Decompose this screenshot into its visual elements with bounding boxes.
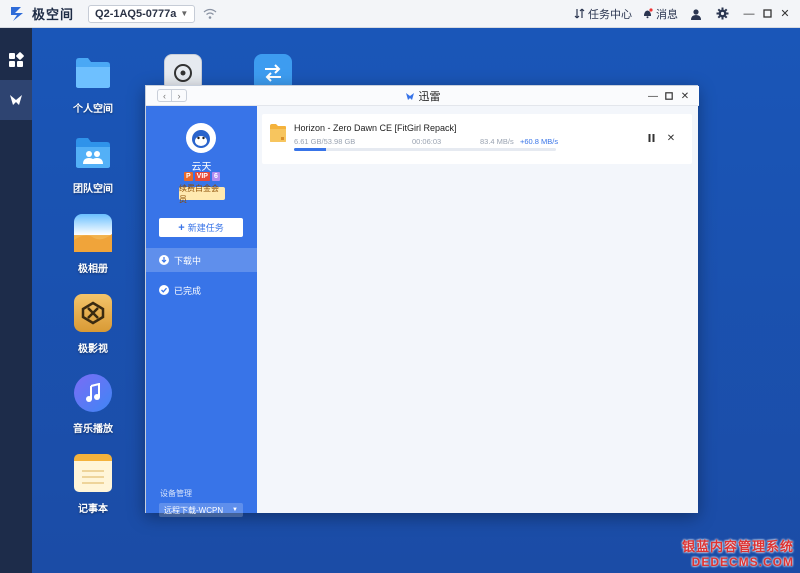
task-center-label: 任务中心 [588, 8, 632, 21]
chevron-down-icon: ▼ [232, 507, 238, 513]
thunder-logo-icon [405, 93, 414, 100]
close-icon[interactable]: ✕ [776, 5, 794, 23]
brand: 极空间 [8, 4, 74, 23]
desktop-icon-team-space[interactable]: 团队空间 [58, 134, 128, 195]
sidebar-item-label: 下载中 [174, 255, 202, 266]
sidebar-item-completed[interactable]: 已完成 [146, 278, 257, 302]
thunder-sidebar: 云天 P VIP 6 续费白金会员 + 新建任务 下载中 已完成 设备管理 远程… [146, 106, 257, 517]
sidebar-item-label: 已完成 [174, 285, 202, 296]
video-icon [74, 294, 112, 332]
bell-icon [644, 8, 653, 19]
pause-icon[interactable] [644, 131, 658, 145]
chevron-down-icon: ▼ [180, 9, 189, 18]
vip-badge: 6 [211, 172, 220, 181]
task-size-progress: 6.61 GB/53.98 GB [294, 137, 356, 146]
thunder-window: ‹ › 迅雷 — ✕ 云天 P VIP 6 续费白金会员 + 新建任务 下载中 … [145, 85, 699, 517]
notepad-icon [74, 454, 112, 492]
window-title-text: 迅雷 [418, 91, 441, 103]
device-selector[interactable]: Q2-1AQ5-0777a ▼ [88, 4, 196, 23]
desktop-icon-label: 音乐播放 [73, 424, 113, 435]
task-boost-speed: +60.8 MB/s [520, 137, 559, 146]
nav-arrows: ‹ › [157, 89, 187, 102]
folder-icon [74, 54, 112, 92]
wifi-icon [203, 8, 217, 19]
download-list: Horizon - Zero Dawn CE [FitGirl Repack] … [257, 106, 698, 513]
back-arrow-icon[interactable]: ‹ [158, 90, 172, 101]
messages-label: 消息 [656, 8, 678, 21]
desktop-icon-notepad[interactable]: 记事本 [58, 454, 128, 515]
window-title: 迅雷 [146, 86, 699, 106]
device-select-value: 远程下载-WCPN [164, 505, 224, 515]
task-speed: 83.4 MB/s [480, 137, 514, 146]
desktop-icon-label: 记事本 [78, 504, 108, 515]
desktop-icon-personal-space[interactable]: 个人空间 [58, 54, 128, 115]
task-name: Horizon - Zero Dawn CE [FitGirl Repack] [294, 123, 457, 133]
avatar[interactable] [186, 123, 216, 153]
system-topbar: 极空间 Q2-1AQ5-0777a ▼ 任务中心 消息 — ✕ [0, 0, 800, 28]
task-progress-fill [294, 148, 326, 151]
music-icon [74, 374, 112, 412]
task-remaining-time: 00:06:03 [412, 137, 442, 146]
desktop-icon-label: 极相册 [78, 264, 108, 275]
device-management-label: 设备管理 [160, 489, 192, 498]
brand-logo-icon [8, 5, 26, 23]
desktop-icon-label: 团队空间 [73, 184, 113, 195]
brand-name: 极空间 [32, 7, 75, 22]
gear-icon[interactable] [714, 6, 730, 22]
watermark-line1: 银蓝内容管理系统 [681, 539, 794, 554]
sidebar-item-downloading[interactable]: 下载中 [146, 248, 257, 272]
download-icon [159, 255, 169, 265]
plus-icon: + [178, 221, 185, 234]
window-titlebar[interactable]: ‹ › 迅雷 — ✕ [146, 86, 699, 106]
desktop-icon-video[interactable]: 极影视 [58, 294, 128, 355]
forward-arrow-icon[interactable]: › [172, 90, 186, 101]
window-maximize-icon[interactable] [661, 88, 677, 104]
renew-button[interactable]: 续费白金会员 [179, 184, 225, 204]
task-center-button[interactable]: 任务中心 [574, 6, 632, 22]
photo-album-icon [74, 214, 112, 252]
delete-task-icon[interactable]: ✕ [664, 131, 678, 145]
desktop-icon-music[interactable]: 音乐播放 [58, 374, 128, 435]
folder-file-icon [270, 124, 286, 142]
task-center-icon [574, 8, 585, 19]
table-row[interactable]: Horizon - Zero Dawn CE [FitGirl Repack] … [262, 114, 692, 164]
messages-button[interactable]: 消息 [642, 6, 678, 22]
task-progress-bar [294, 148, 556, 151]
desktop-icon-label: 极影视 [78, 344, 108, 355]
vip-badges: P VIP 6 [184, 172, 222, 181]
watermark: 银蓝内容管理系统 DEDECMS.COM [682, 536, 794, 569]
username: 云天 [191, 162, 212, 173]
vip-badge: P [184, 172, 193, 181]
thunder-dock-icon[interactable] [0, 80, 32, 120]
new-task-button[interactable]: + 新建任务 [159, 218, 243, 237]
device-name: Q2-1AQ5-0777a [95, 7, 177, 20]
minimize-icon[interactable]: — [740, 5, 758, 23]
desktop-icon-photo-album[interactable]: 极相册 [58, 214, 128, 275]
device-select[interactable]: 远程下载-WCPN ▼ [159, 503, 243, 517]
window-minimize-icon[interactable]: — [645, 88, 661, 104]
check-icon [159, 285, 169, 295]
app-grid-icon[interactable] [0, 40, 32, 80]
new-task-label: 新建任务 [187, 223, 224, 233]
desktop-icon-label: 个人空间 [73, 104, 113, 115]
window-close-icon[interactable]: ✕ [677, 88, 693, 104]
team-folder-icon [74, 134, 112, 172]
left-dock [0, 28, 32, 573]
maximize-icon[interactable] [758, 5, 776, 23]
watermark-line2: DEDECMS.COM [691, 555, 794, 569]
vip-badge: VIP [194, 172, 210, 181]
user-icon[interactable] [688, 6, 704, 22]
